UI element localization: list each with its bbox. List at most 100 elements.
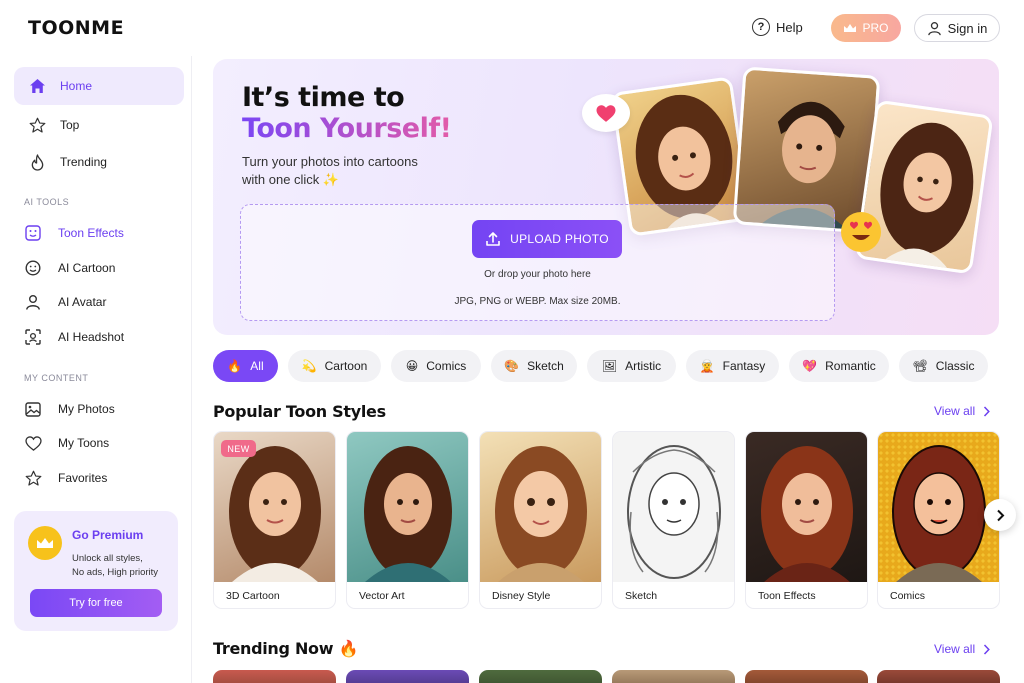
my-content-heading: MY CONTENT (24, 373, 89, 383)
elf-emoji-icon: 🧝 (699, 359, 715, 373)
style-card-disney-style[interactable]: Disney Style (479, 431, 602, 609)
upload-dropzone[interactable]: UPLOAD PHOTO Or drop your photo here JPG… (240, 204, 835, 321)
hero-title-highlight: Toon Yourself! (242, 113, 452, 144)
style-thumbnail (613, 432, 734, 582)
style-card-3d-cartoon[interactable]: NEW 3D Cartoon (213, 431, 336, 609)
style-card-label: Disney Style (492, 590, 551, 602)
style-card-label: Comics (890, 590, 926, 602)
sidebar-item-my-photos[interactable]: My Photos (14, 390, 184, 428)
trending-card[interactable] (877, 670, 1000, 683)
sidebar: Home Top Trending AI TOOLS Toon Effects … (0, 56, 192, 683)
style-card-label: Vector Art (359, 590, 405, 602)
hero-banner: It’s time to Toon Yourself! Turn your ph… (213, 59, 999, 335)
pro-button[interactable]: PRO (831, 14, 901, 42)
help-icon: ? (752, 18, 770, 36)
style-card-label: Toon Effects (758, 590, 816, 602)
premium-title: Go Premium (72, 528, 144, 542)
trending-card[interactable] (479, 670, 602, 683)
sidebar-item-my-toons[interactable]: My Toons (14, 424, 184, 462)
premium-description: No ads, High priority (72, 567, 159, 578)
filter-chip-all[interactable]: 🔥 All (213, 350, 278, 382)
dizzy-emoji-icon: 💫 (301, 359, 317, 373)
sidebar-item-label: AI Avatar (58, 295, 107, 309)
upload-photo-button[interactable]: UPLOAD PHOTO (472, 220, 622, 258)
heart-icon (24, 434, 42, 452)
style-thumbnail (480, 432, 601, 582)
user-icon (927, 21, 941, 35)
filter-chip-cartoon[interactable]: 💫 Cartoon (288, 350, 381, 382)
projector-emoji-icon: 📽 (912, 359, 928, 373)
crown-icon (844, 23, 857, 32)
premium-card: Go Premium Unlock all styles, No ads, Hi… (14, 511, 178, 631)
ai-tools-heading: AI TOOLS (24, 197, 70, 207)
filter-chip-label: Sketch (527, 359, 564, 373)
trending-card[interactable] (612, 670, 735, 683)
filter-chip-sketch[interactable]: 🎨 Sketch (491, 350, 577, 382)
upload-photo-label: UPLOAD PHOTO (510, 232, 609, 246)
heart-bubble-icon (582, 94, 630, 132)
style-card-sketch[interactable]: Sketch (612, 431, 735, 609)
chevron-right-icon (996, 509, 1004, 521)
style-card-label: Sketch (625, 590, 658, 602)
sidebar-item-favorites[interactable]: Favorites (14, 459, 184, 497)
trending-card[interactable] (213, 670, 336, 683)
hero-subtitle: Turn your photos into cartoons (242, 154, 418, 169)
filter-chip-comics[interactable]: 😀 Comics (391, 350, 481, 382)
palette-emoji-icon: 🎨 (504, 359, 520, 373)
filter-chip-label: All (250, 359, 264, 373)
trending-view-all-link[interactable]: View all (934, 642, 990, 656)
sidebar-item-home[interactable]: Home (14, 67, 184, 105)
flame-icon (28, 153, 46, 171)
sign-in-button[interactable]: Sign in (914, 14, 1000, 42)
trending-card[interactable] (346, 670, 469, 683)
filter-chip-fantasy[interactable]: 🧝 Fantasy (686, 350, 779, 382)
sidebar-item-ai-avatar[interactable]: AI Avatar (14, 283, 184, 321)
sidebar-item-ai-headshot[interactable]: AI Headshot (14, 318, 184, 356)
app-logo[interactable]: TOONME (28, 17, 124, 39)
filter-chip-label: Comics (426, 359, 467, 373)
style-card-comics[interactable]: Comics (877, 431, 1000, 609)
new-badge: NEW (221, 440, 256, 457)
filter-chip-artistic[interactable]: 🖼 Artistic (587, 350, 676, 382)
style-thumbnail (746, 432, 867, 582)
sidebar-item-label: AI Cartoon (58, 261, 116, 275)
sidebar-item-label: Toon Effects (58, 226, 124, 240)
hero-title: It’s time to (242, 82, 405, 113)
upload-icon (486, 232, 500, 246)
home-icon (28, 77, 46, 95)
filter-chip-classic[interactable]: 📽 Classic (899, 350, 988, 382)
style-thumbnail (347, 432, 468, 582)
framed-picture-emoji-icon: 🖼 (601, 359, 618, 373)
help-button[interactable]: ? Help (752, 18, 803, 36)
crown-icon (28, 526, 62, 560)
sparkling-heart-emoji-icon: 💖 (802, 359, 818, 373)
sidebar-item-top[interactable]: Top (14, 106, 184, 144)
file-format-note: JPG, PNG or WEBP. Max size 20MB. (454, 296, 621, 307)
premium-description: Unlock all styles, (72, 553, 143, 564)
sidebar-item-ai-cartoon[interactable]: AI Cartoon (14, 249, 184, 287)
style-card-toon-effects[interactable]: Toon Effects (745, 431, 868, 609)
sidebar-item-label: My Photos (58, 402, 115, 416)
chevron-right-icon (984, 405, 990, 417)
style-card-vector-art[interactable]: Vector Art (346, 431, 469, 609)
sidebar-item-trending[interactable]: Trending (14, 143, 184, 181)
trending-title: Trending Now 🔥 (213, 639, 359, 658)
popular-view-all-link[interactable]: View all (934, 404, 990, 418)
sidebar-item-label: My Toons (58, 436, 110, 450)
image-icon (24, 400, 42, 418)
user-icon (24, 293, 42, 311)
star-icon (28, 116, 46, 134)
sidebar-item-label: Trending (60, 155, 107, 169)
trending-card[interactable] (745, 670, 868, 683)
filter-chip-label: Cartoon (324, 359, 368, 373)
sidebar-item-label: AI Headshot (58, 330, 125, 344)
sidebar-item-toon-effects[interactable]: Toon Effects (14, 214, 184, 252)
heart-eyes-emoji-icon (841, 212, 881, 252)
try-free-button[interactable]: Try for free (30, 589, 162, 617)
filter-chip-label: Romantic (825, 359, 876, 373)
sidebar-item-label: Home (60, 79, 93, 93)
smile-icon (24, 259, 42, 277)
carousel-next-button[interactable] (984, 499, 1016, 531)
filter-chip-label: Artistic (625, 359, 662, 373)
filter-chip-romantic[interactable]: 💖 Romantic (789, 350, 889, 382)
